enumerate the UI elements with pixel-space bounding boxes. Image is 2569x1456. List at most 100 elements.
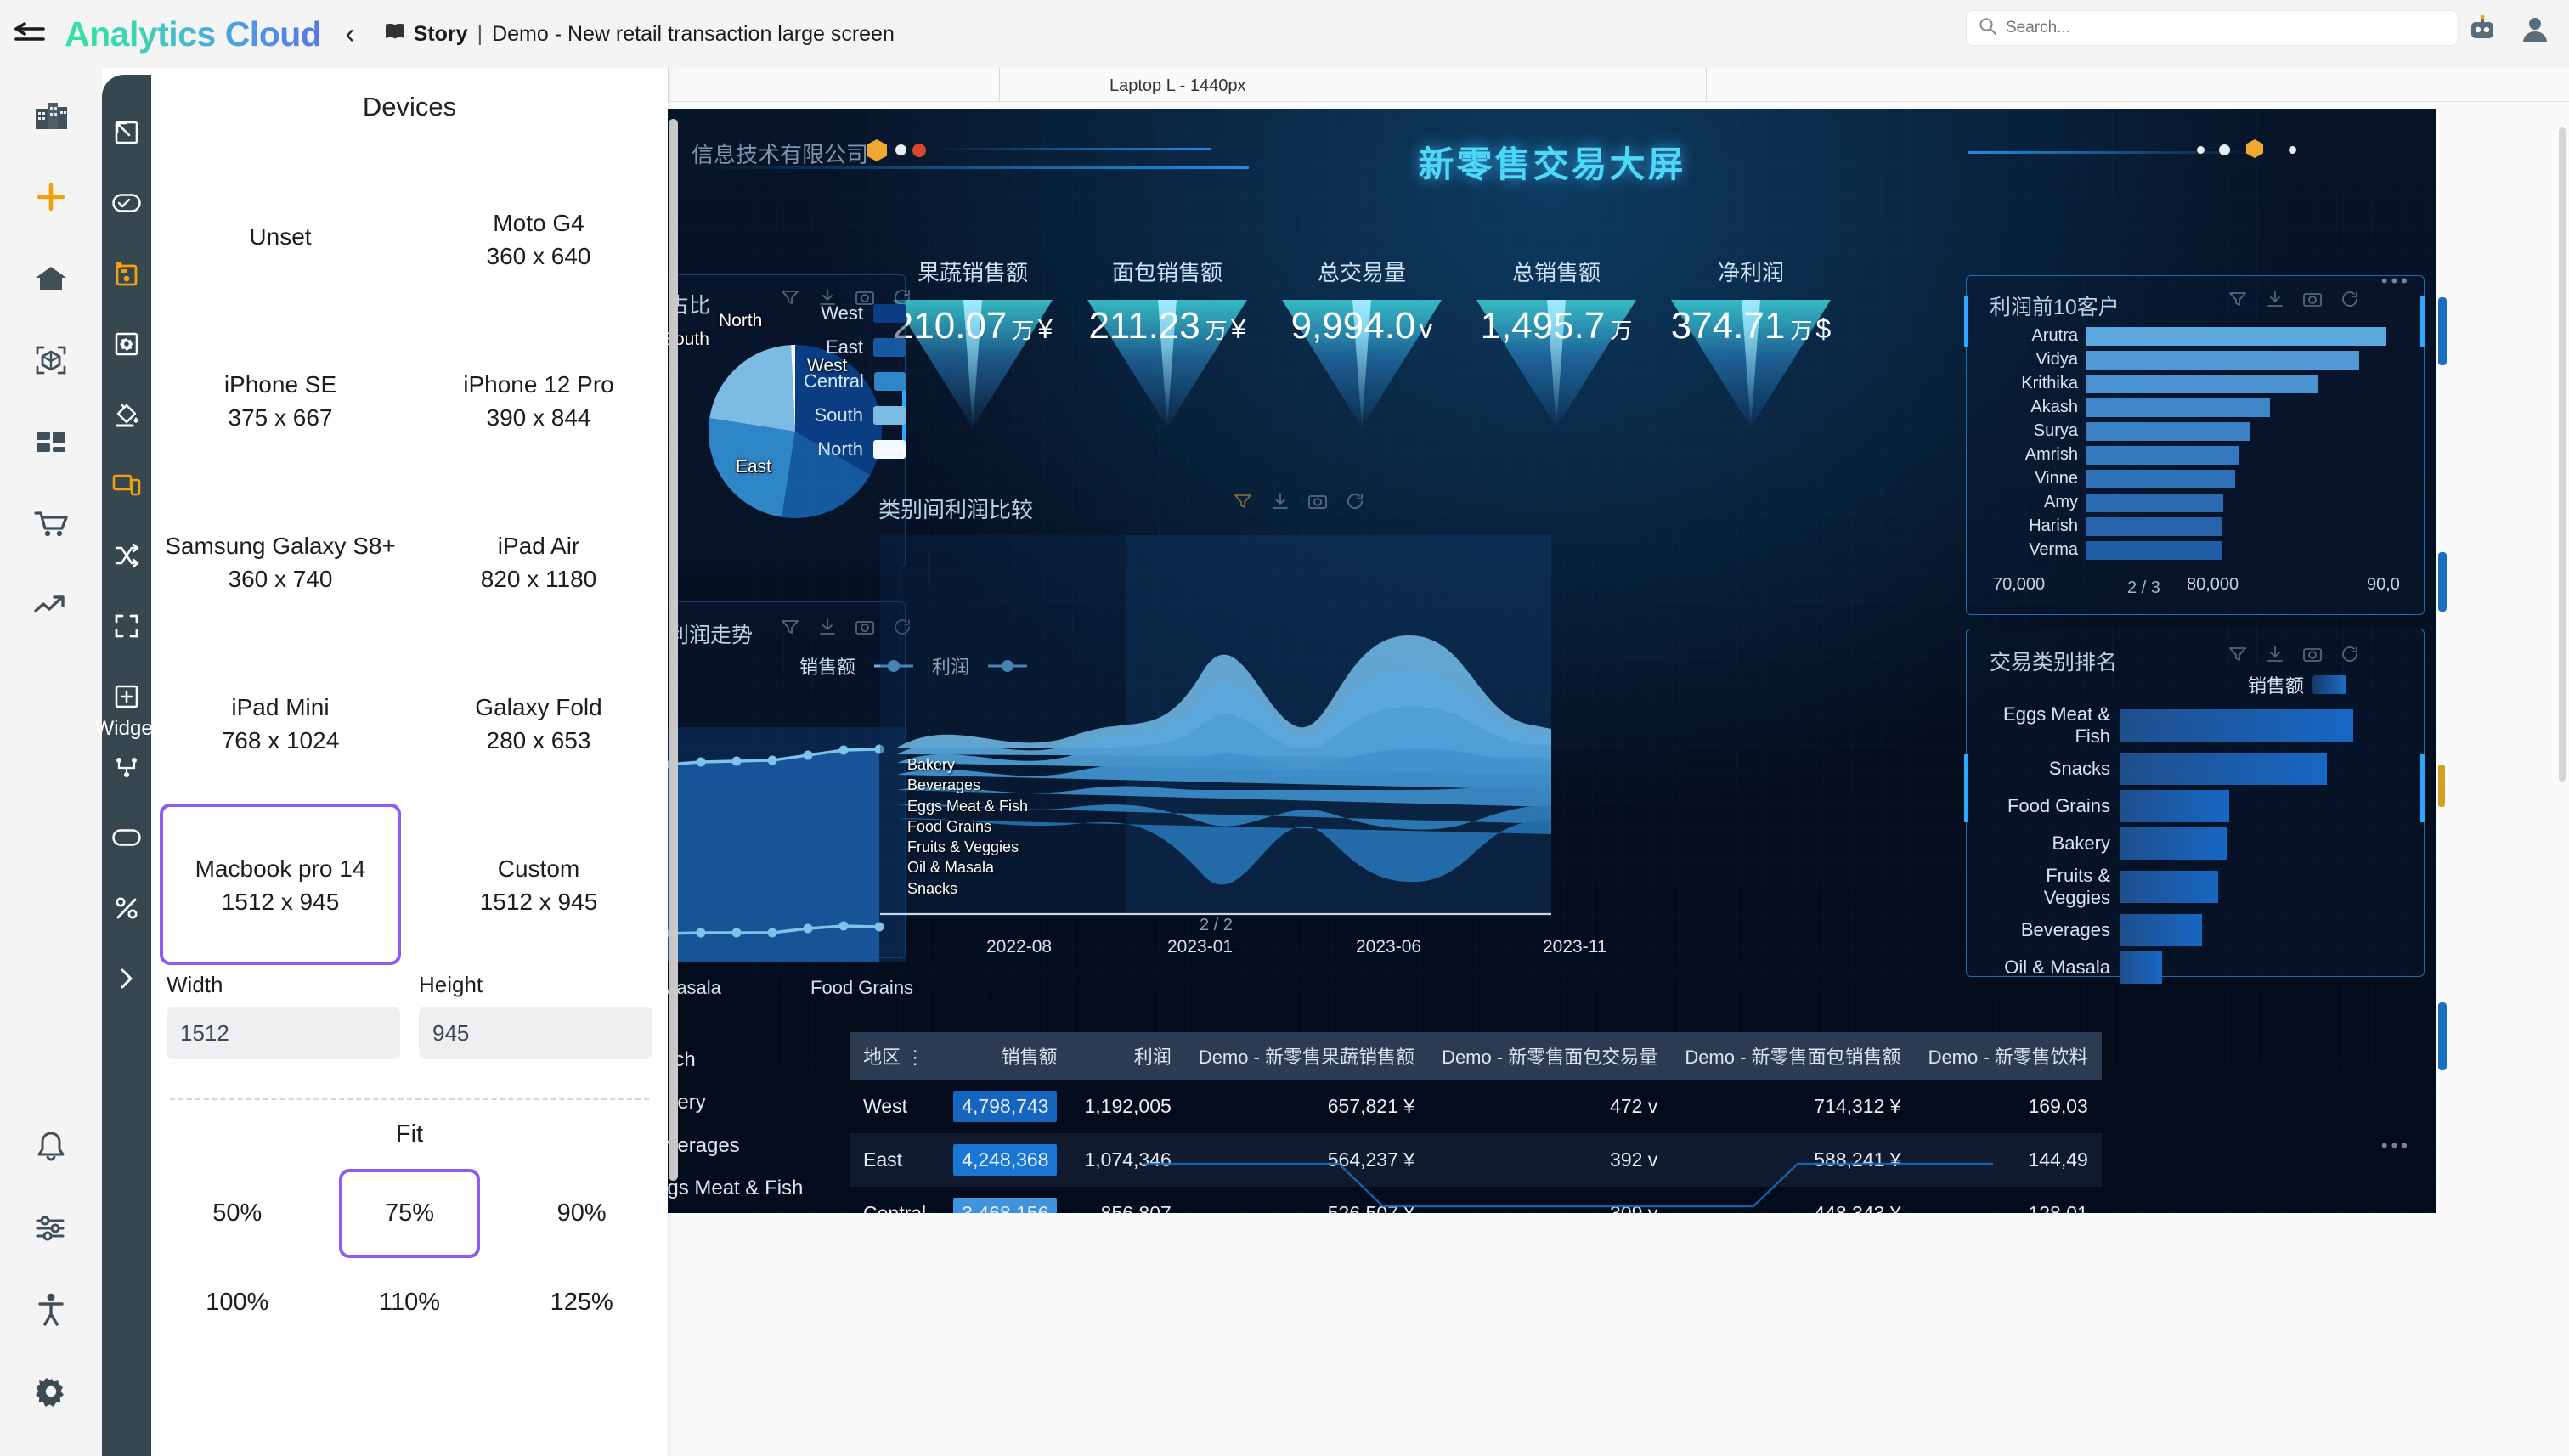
height-input[interactable] (419, 1007, 652, 1059)
shopping-cart-icon[interactable] (10, 483, 92, 564)
percent-icon[interactable] (103, 872, 150, 943)
device-option-ipad-mini[interactable]: iPad Mini 768 x 1024 (160, 642, 401, 804)
home-icon[interactable] (10, 238, 92, 319)
device-option-moto-g4[interactable]: Moto G4 360 x 640 (418, 158, 659, 319)
canvas-right-scrollbar[interactable] (2559, 127, 2566, 782)
menu-collapse-icon[interactable] (0, 21, 59, 47)
toggle-check-icon[interactable] (103, 167, 150, 238)
dashboard-grid-icon[interactable] (10, 401, 92, 483)
save-icon[interactable] (103, 238, 150, 308)
zoom-option-75[interactable]: 75% (339, 1169, 481, 1258)
bar-label-harish: Harish (1986, 516, 2086, 536)
bar-label-vinne: Vinne (1986, 469, 2086, 488)
device-option-galaxy-fold[interactable]: Galaxy Fold 280 x 653 (418, 642, 659, 804)
list-item[interactable]: akery (668, 1081, 803, 1124)
list-item[interactable]: everages (668, 1125, 803, 1167)
user-avatar-icon[interactable] (2516, 10, 2554, 48)
model-cube-icon[interactable] (10, 319, 92, 401)
devices-panel: Devices Unset Moto G4 360 x 640 iPhone S… (151, 68, 668, 1456)
profit-trend-chart[interactable] (668, 727, 906, 973)
open-external-icon[interactable] (103, 97, 150, 167)
device-option-samsung-galaxy-s8-plus[interactable]: Samsung Galaxy S8+ 360 x 740 (160, 481, 401, 642)
kpi-card-total-transactions[interactable]: 总交易量 9,994.0v (1282, 300, 1442, 460)
table-col-profit[interactable]: 利润 (1070, 1032, 1184, 1080)
table-col-region[interactable]: 地区 ⋮ (850, 1032, 940, 1080)
table-header-row: 地区 ⋮ 销售额 利润 Demo - 新零售果蔬销售额 Demo - 新零售面包… (850, 1032, 2102, 1080)
app-header: Analytics Cloud ‹ Story | Demo - New ret… (0, 0, 2569, 68)
table-row[interactable]: West 4,798,743 1,192,005 657,821 ¥ 472 v… (850, 1080, 2102, 1133)
flow-branch-icon[interactable] (103, 731, 150, 802)
chevron-right-icon[interactable] (103, 943, 150, 1013)
filter-icon (2227, 289, 2248, 309)
add-plus-icon[interactable] (10, 156, 92, 238)
table-col-bread-qty[interactable]: Demo - 新零售面包交易量 (1428, 1032, 1671, 1080)
device-option-ipad-air[interactable]: iPad Air 820 x 1180 (418, 481, 659, 642)
buildings-icon[interactable] (10, 75, 92, 156)
table-col-veg-sales[interactable]: Demo - 新零售果蔬销售额 (1185, 1032, 1428, 1080)
widget-resize-handle-mid[interactable] (2438, 552, 2447, 612)
pie-legend-label-east: East (826, 336, 863, 358)
list-item[interactable]: ggs Meat & Fish (668, 1167, 803, 1210)
bar-arutra (2086, 327, 2386, 346)
bar-fruits-veggies (2120, 871, 2218, 903)
search-box[interactable] (1966, 10, 2459, 46)
search-input[interactable] (2006, 19, 2446, 37)
width-input[interactable] (167, 1007, 400, 1059)
device-option-macbook-pro-14[interactable]: Macbook pro 14 1512 x 945 (160, 804, 401, 965)
zoom-option-90[interactable]: 90% (511, 1169, 652, 1258)
table-col-sales[interactable]: 销售额 (940, 1032, 1070, 1080)
zoom-option-100[interactable]: 100% (167, 1258, 308, 1347)
widget-resize-handle-top[interactable] (2438, 297, 2447, 365)
canvas-left-scrollbar[interactable] (669, 119, 678, 1181)
kpi-card-net-profit[interactable]: 净利润 374.71万$ (1671, 300, 1831, 460)
shuffle-icon[interactable] (103, 520, 150, 590)
table-col-drink[interactable]: Demo - 新零售饮料 (1915, 1032, 2102, 1080)
bar-label-amy: Amy (1986, 493, 2086, 512)
back-chevron-icon[interactable]: ‹ (345, 20, 354, 48)
device-option-iphone-se[interactable]: iPhone SE 375 x 667 (160, 319, 401, 481)
gear-settings-icon[interactable] (10, 1351, 92, 1432)
kpi-unit: 万 (1790, 318, 1812, 343)
table-col-bread-sales[interactable]: Demo - 新零售面包销售额 (1671, 1032, 1914, 1080)
kpi-currency: $ (1815, 313, 1831, 344)
zoom-option-125[interactable]: 125% (511, 1258, 652, 1347)
kpi-name: 总销售额 (1476, 256, 1636, 287)
fullscreen-icon[interactable] (103, 590, 150, 661)
kpi-card-bread-sales[interactable]: 面包销售额 211.23万¥ (1087, 300, 1247, 460)
status-dot-white-icon (895, 144, 906, 155)
device-option-custom[interactable]: Custom 1512 x 945 (418, 804, 659, 965)
device-option-iphone-12-pro[interactable]: iPhone 12 Pro 390 x 844 (418, 319, 659, 481)
kpi-name: 净利润 (1671, 256, 1831, 287)
bell-notification-icon[interactable] (10, 1106, 92, 1188)
cell-sales: 3,468,156 (940, 1187, 1070, 1213)
settings-square-icon[interactable] (103, 308, 150, 379)
responsive-device-icon[interactable] (103, 449, 150, 520)
list-item[interactable]: arch (668, 1039, 803, 1081)
list-item[interactable]: ood Grains (668, 1211, 803, 1213)
device-option-unset[interactable]: Unset (160, 158, 401, 319)
paint-bucket-icon[interactable] (103, 379, 150, 449)
sliders-settings-icon[interactable] (10, 1188, 92, 1269)
widget-resize-handle-bottom[interactable] (2438, 1002, 2447, 1070)
trend-arrow-icon[interactable] (10, 564, 92, 646)
widget-marker-amber[interactable] (2438, 765, 2445, 807)
pill-toggle-icon[interactable] (103, 802, 150, 872)
top10-bar-chart[interactable]: Arutra Vidya Krithika Akash Surya Amrish… (1986, 326, 2411, 564)
device-name: Macbook pro 14 (195, 853, 366, 885)
device-name: Moto G4 (493, 207, 584, 240)
cell-region: Central (850, 1187, 940, 1213)
breadcrumb: Story | Demo - New retail transaction la… (384, 22, 895, 47)
accessibility-icon[interactable] (10, 1269, 92, 1351)
kpi-card-total-sales[interactable]: 总销售额 1,495.7万 (1476, 300, 1636, 460)
devices-grid: Unset Moto G4 360 x 640 iPhone SE 375 x … (151, 158, 668, 965)
category-widget-toolbar[interactable] (2227, 644, 2360, 664)
kpi-card-fruit-veg[interactable]: 果蔬销售额 210.07万¥ (893, 300, 1053, 460)
category-bar-chart[interactable]: Eggs Meat & Fish Snacks Food Grains Bake… (1976, 703, 2418, 989)
river-widget-toolbar[interactable] (1233, 491, 1365, 511)
zoom-option-110[interactable]: 110% (339, 1258, 481, 1347)
zoom-option-50[interactable]: 50% (167, 1169, 308, 1258)
pie-legend-swatch-central (874, 372, 906, 391)
top10-widget-toolbar[interactable] (2227, 289, 2360, 309)
assistant-robot-icon[interactable] (2464, 10, 2501, 48)
pie-legend-label-south: South (815, 404, 864, 426)
